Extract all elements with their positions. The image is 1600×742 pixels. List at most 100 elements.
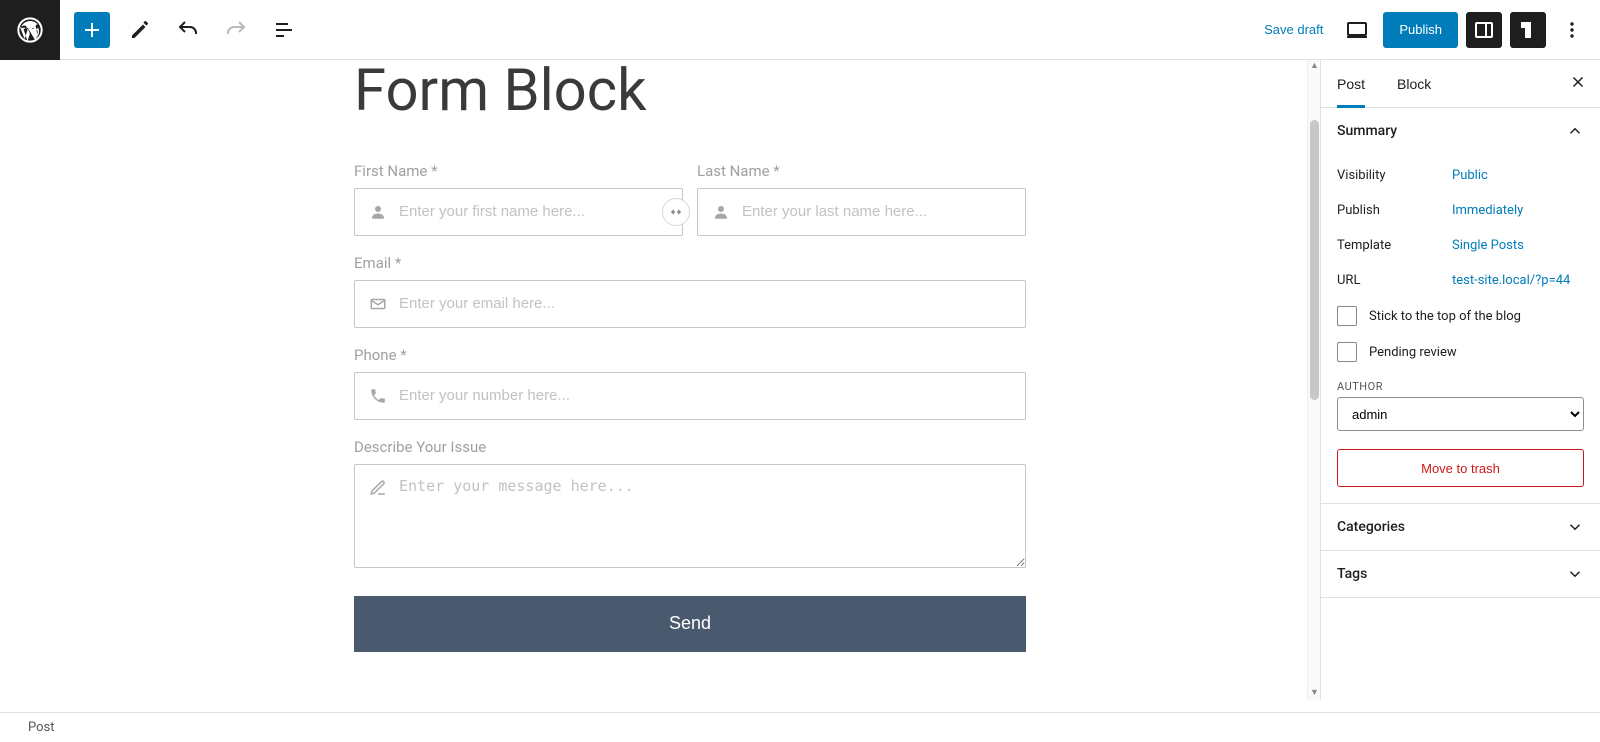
sidebar-icon bbox=[1472, 18, 1496, 42]
last-name-input-wrap bbox=[697, 188, 1026, 236]
author-select[interactable]: admin bbox=[1337, 397, 1584, 431]
resize-horizontal-icon bbox=[669, 205, 683, 219]
phone-input[interactable] bbox=[399, 387, 1011, 404]
undo-icon bbox=[176, 18, 200, 42]
add-block-button[interactable] bbox=[74, 12, 110, 48]
close-sidebar-button[interactable] bbox=[1564, 70, 1592, 98]
template-value[interactable]: Single Posts bbox=[1452, 238, 1584, 253]
sidebar-tabs: Post Block bbox=[1321, 60, 1600, 108]
undo-button[interactable] bbox=[170, 12, 206, 48]
top-toolbar: Save draft Publish bbox=[0, 0, 1600, 60]
last-name-label: Last Name * bbox=[697, 162, 1026, 180]
chevron-down-icon bbox=[1566, 518, 1584, 536]
redo-button[interactable] bbox=[218, 12, 254, 48]
plugin-sidebar-button[interactable] bbox=[1510, 12, 1546, 48]
wordpress-icon bbox=[16, 16, 44, 44]
email-input[interactable] bbox=[399, 295, 1011, 312]
categories-panel: Categories bbox=[1321, 504, 1600, 551]
dots-vertical-icon bbox=[1560, 18, 1584, 42]
phone-column[interactable]: Phone * bbox=[354, 346, 1026, 420]
editor-scrollbar[interactable]: ▲ ▼ bbox=[1307, 60, 1320, 700]
toolbar-left-group bbox=[60, 12, 302, 48]
edit-icon bbox=[369, 479, 387, 497]
message-input-wrap bbox=[354, 464, 1026, 568]
tags-panel: Tags bbox=[1321, 551, 1600, 598]
last-name-input[interactable] bbox=[742, 203, 1011, 220]
template-row: Template Single Posts bbox=[1337, 228, 1584, 263]
envelope-icon bbox=[369, 295, 387, 313]
pencil-icon bbox=[128, 18, 152, 42]
publish-value[interactable]: Immediately bbox=[1452, 203, 1584, 218]
left-rail bbox=[0, 60, 60, 700]
visibility-row: Visibility Public bbox=[1337, 158, 1584, 193]
categories-header[interactable]: Categories bbox=[1321, 504, 1600, 550]
summary-panel: Summary Visibility Public Publish Immedi… bbox=[1321, 108, 1600, 504]
url-row: URL test-site.local/?p=44 bbox=[1337, 263, 1584, 298]
summary-body: Visibility Public Publish Immediately Te… bbox=[1321, 154, 1600, 503]
options-button[interactable] bbox=[1554, 12, 1590, 48]
send-button[interactable]: Send bbox=[354, 596, 1026, 652]
first-name-column[interactable]: First Name * bbox=[354, 162, 683, 236]
last-name-column[interactable]: Last Name * bbox=[697, 162, 1026, 236]
editor-canvas[interactable]: Form Block First Name * Last Name * bbox=[60, 60, 1320, 700]
publish-label: Publish bbox=[1337, 203, 1452, 218]
pending-label: Pending review bbox=[1369, 345, 1457, 360]
categories-title: Categories bbox=[1337, 519, 1405, 535]
visibility-label: Visibility bbox=[1337, 168, 1452, 183]
stick-checkbox[interactable] bbox=[1337, 306, 1357, 326]
plus-icon bbox=[80, 18, 104, 42]
url-label: URL bbox=[1337, 273, 1452, 288]
column-resize-handle[interactable] bbox=[662, 198, 690, 226]
tags-header[interactable]: Tags bbox=[1321, 551, 1600, 597]
author-label: AUTHOR bbox=[1337, 380, 1584, 393]
email-input-wrap bbox=[354, 280, 1026, 328]
page-title[interactable]: Form Block bbox=[354, 60, 1026, 124]
visibility-value[interactable]: Public bbox=[1452, 168, 1584, 183]
preview-button[interactable] bbox=[1339, 12, 1375, 48]
email-column[interactable]: Email * bbox=[354, 254, 1026, 328]
tab-block[interactable]: Block bbox=[1381, 60, 1447, 107]
save-draft-button[interactable]: Save draft bbox=[1256, 14, 1331, 45]
plugin-icon bbox=[1516, 18, 1540, 42]
summary-header[interactable]: Summary bbox=[1321, 108, 1600, 154]
settings-sidebar-button[interactable] bbox=[1466, 12, 1502, 48]
message-label: Describe Your Issue bbox=[354, 438, 1026, 456]
pending-row: Pending review bbox=[1337, 334, 1584, 370]
tab-post[interactable]: Post bbox=[1321, 60, 1381, 107]
phone-label: Phone * bbox=[354, 346, 1026, 364]
user-icon bbox=[712, 203, 730, 221]
phone-input-wrap bbox=[354, 372, 1026, 420]
edit-tools-button[interactable] bbox=[122, 12, 158, 48]
scroll-thumb[interactable] bbox=[1310, 120, 1319, 400]
summary-title: Summary bbox=[1337, 123, 1397, 139]
tags-title: Tags bbox=[1337, 566, 1367, 582]
message-textarea[interactable] bbox=[399, 477, 1011, 555]
breadcrumb-post[interactable]: Post bbox=[28, 720, 55, 735]
outline-icon bbox=[272, 18, 296, 42]
toolbar-right-group: Save draft Publish bbox=[1256, 12, 1600, 48]
device-icon bbox=[1345, 18, 1369, 42]
message-column[interactable]: Describe Your Issue bbox=[354, 438, 1026, 568]
publish-row: Publish Immediately bbox=[1337, 193, 1584, 228]
wordpress-logo-button[interactable] bbox=[0, 0, 60, 60]
first-name-input-wrap bbox=[354, 188, 683, 236]
form-row-name: First Name * Last Name * bbox=[354, 162, 1026, 254]
first-name-label: First Name * bbox=[354, 162, 683, 180]
settings-sidebar: Post Block Summary Visibility Public Pub… bbox=[1320, 60, 1600, 700]
phone-icon bbox=[369, 387, 387, 405]
footer-breadcrumb: Post bbox=[0, 712, 1600, 742]
stick-row: Stick to the top of the blog bbox=[1337, 298, 1584, 334]
redo-icon bbox=[224, 18, 248, 42]
user-icon bbox=[369, 203, 387, 221]
first-name-input[interactable] bbox=[399, 203, 668, 220]
chevron-down-icon bbox=[1566, 565, 1584, 583]
document-overview-button[interactable] bbox=[266, 12, 302, 48]
close-icon bbox=[1569, 73, 1587, 91]
move-to-trash-button[interactable]: Move to trash bbox=[1337, 449, 1584, 487]
url-value[interactable]: test-site.local/?p=44 bbox=[1452, 273, 1584, 288]
pending-checkbox[interactable] bbox=[1337, 342, 1357, 362]
stick-label: Stick to the top of the blog bbox=[1369, 309, 1521, 324]
email-label: Email * bbox=[354, 254, 1026, 272]
editor-content: Form Block First Name * Last Name * bbox=[354, 60, 1026, 692]
publish-button[interactable]: Publish bbox=[1383, 12, 1458, 48]
